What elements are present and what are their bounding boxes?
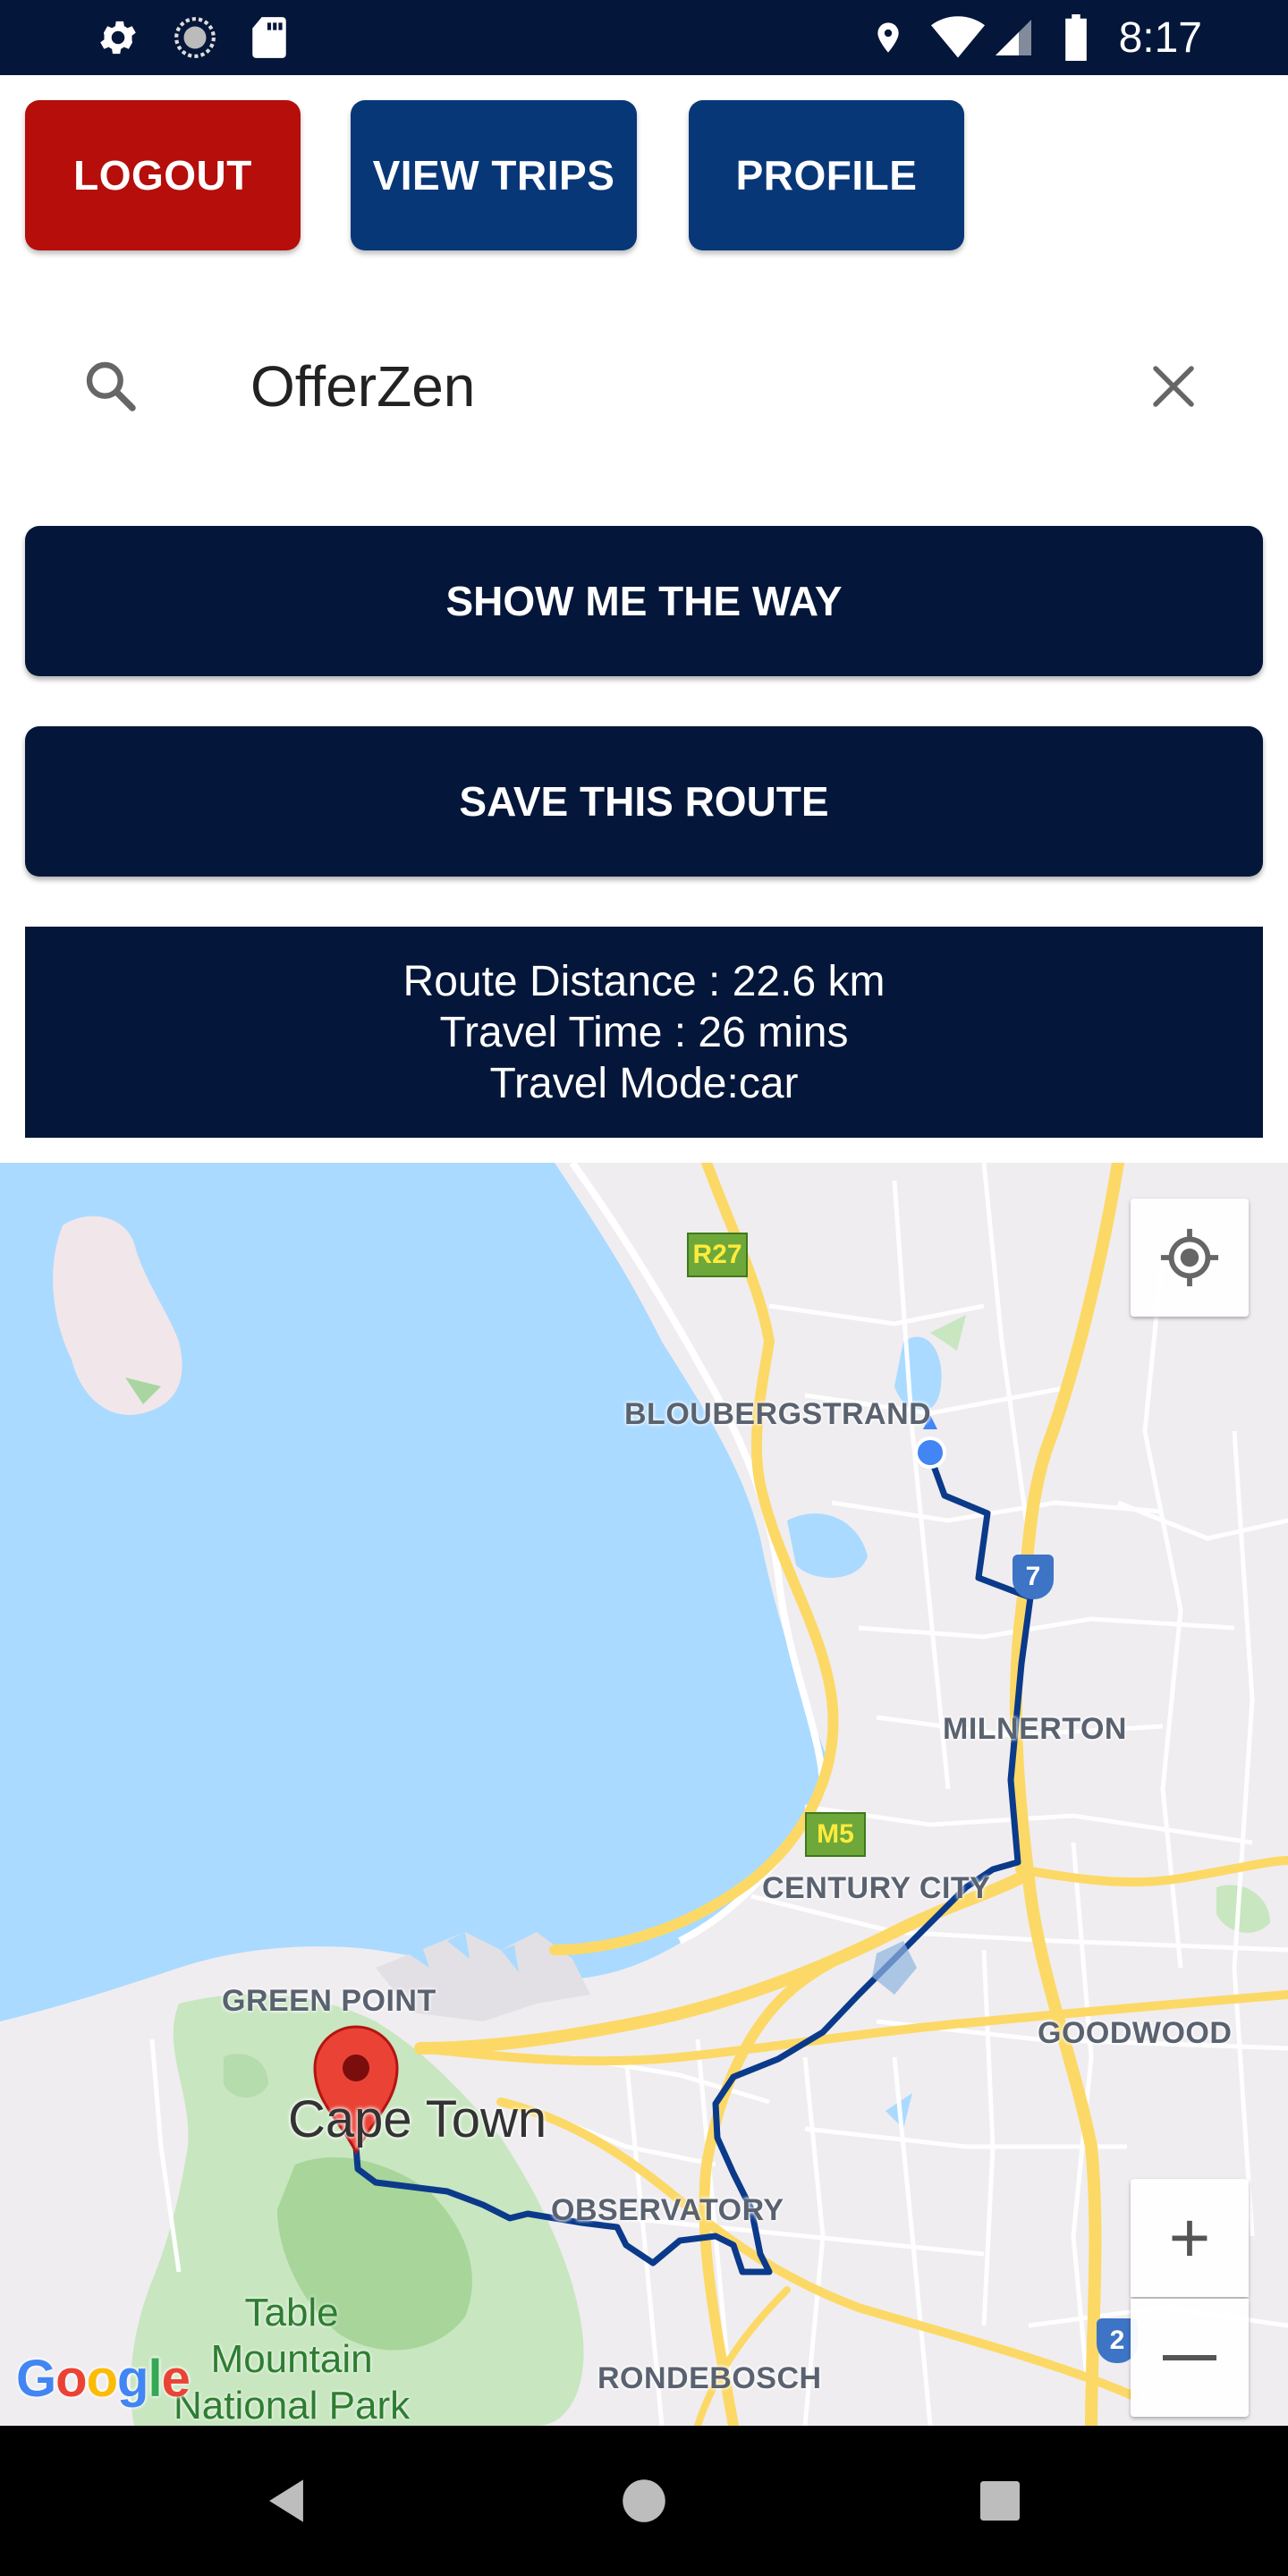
wifi-icon	[927, 0, 989, 75]
zoom-in-button[interactable]: +	[1131, 2179, 1249, 2297]
map-label-goodwood: GOODWOOD	[1038, 2016, 1233, 2050]
my-location-button[interactable]	[1131, 1199, 1249, 1317]
crosshair-icon	[1160, 1228, 1219, 1287]
map-label-bloubergstrand: BLOUBERGSTRAND	[624, 1397, 932, 1431]
map-label-cape-town: Cape Town	[288, 2090, 547, 2148]
google-logo: Google	[16, 2350, 191, 2408]
map-label-table-mountain: Table Mountain National Park	[174, 2291, 411, 2426]
zoom-out-button[interactable]	[1131, 2299, 1249, 2417]
save-route-button[interactable]: SAVE THIS ROUTE	[25, 726, 1263, 877]
map-view[interactable]: R27 M5 7 2 BLOUBERGSTRAND MILNERTON CENT…	[0, 1163, 1288, 2426]
search-icon	[82, 358, 140, 415]
show-me-the-way-button[interactable]: SHOW ME THE WAY	[25, 526, 1263, 676]
battery-icon	[1061, 0, 1091, 75]
current-location-dot	[914, 1436, 946, 1469]
home-icon[interactable]	[608, 2465, 680, 2537]
map-label-observatory: OBSERVATORY	[551, 2193, 784, 2227]
map-label-century-city: CENTURY CITY	[762, 1871, 991, 1905]
signal-icon	[991, 0, 1036, 75]
search-input[interactable]: OfferZen	[250, 351, 475, 422]
logout-button[interactable]: LOGOUT	[25, 100, 301, 250]
back-icon[interactable]	[250, 2465, 322, 2537]
clock: 8:17	[1118, 13, 1202, 62]
location-icon	[868, 0, 909, 75]
system-nav-bar	[0, 2426, 1288, 2576]
route-shield-r27: R27	[687, 1233, 748, 1277]
travel-mode: Travel Mode:car	[489, 1059, 799, 1107]
route-shield-m5: M5	[805, 1812, 866, 1857]
view-trips-button[interactable]: VIEW TRIPS	[351, 100, 637, 250]
route-shield-n7: 7	[1013, 1555, 1054, 1599]
status-bar: 8:17	[0, 0, 1288, 75]
map-label-green-point: GREEN POINT	[222, 1984, 436, 2018]
close-icon[interactable]	[1147, 360, 1200, 413]
gear-icon	[93, 0, 143, 75]
profile-button[interactable]: PROFILE	[689, 100, 964, 250]
map-label-rondebosch: RONDEBOSCH	[597, 2361, 822, 2395]
sd-card-icon	[247, 0, 292, 75]
minus-icon	[1163, 2355, 1216, 2360]
sync-icon	[170, 0, 220, 75]
map-canvas[interactable]	[0, 1163, 1288, 2426]
route-info-panel: Route Distance : 22.6 km Travel Time : 2…	[25, 927, 1263, 1138]
recents-icon[interactable]	[964, 2465, 1036, 2537]
map-label-milnerton: MILNERTON	[943, 1712, 1127, 1746]
search-bar: OfferZen	[0, 297, 1288, 476]
travel-time: Travel Time : 26 mins	[439, 1008, 849, 1056]
route-distance: Route Distance : 22.6 km	[402, 957, 886, 1005]
